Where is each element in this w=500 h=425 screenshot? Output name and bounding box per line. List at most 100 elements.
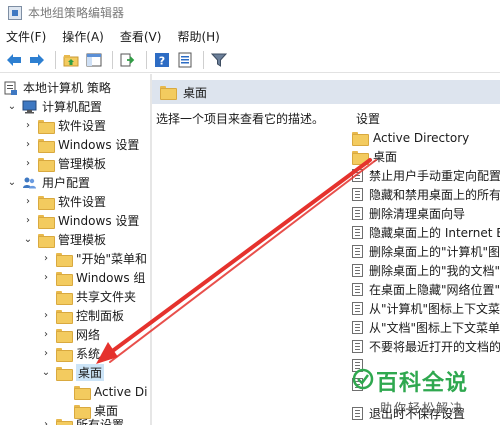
tree-item-shared-folders[interactable]: 共享文件夹 [40,287,136,306]
tree-item-all-settings[interactable]: › 所有设置 [40,415,124,425]
tree-item-cc-software[interactable]: › 软件设置 [22,116,106,135]
forward-button[interactable] [27,50,47,70]
tree-item-uc-software[interactable]: › 软件设置 [22,192,106,211]
folder-icon [56,347,73,362]
tree-root[interactable]: 本地计算机 策略 [4,78,111,97]
menu-help[interactable]: 帮助(H) [177,28,219,45]
chevron-right-icon[interactable]: › [40,348,52,360]
folder-icon [38,214,55,229]
list-item-label: 从"文档"图标上下文菜单中 [369,321,500,335]
list-item-setting[interactable]: 禁止用户手动重定向配置文 [352,166,500,185]
list-item-label: 删除桌面上的"计算机"图标 [369,245,500,259]
chevron-down-icon[interactable]: ⌄ [6,177,18,189]
back-button[interactable] [4,50,24,70]
tree-item-computer-config[interactable]: ⌄ 计算机配置 [6,97,102,116]
tree-item-user-config[interactable]: ⌄ 用户配置 [6,173,90,192]
tree-item-cc-admin[interactable]: › 管理模板 [22,154,106,173]
tree-label: 用户配置 [42,176,91,190]
tree-item-system[interactable]: › 系统 [40,344,100,363]
menu-view[interactable]: 查看(V) [120,28,162,45]
filter-button[interactable] [209,50,229,70]
folder-icon [352,150,369,165]
chevron-right-icon[interactable]: › [22,120,34,132]
folder-icon [74,385,91,400]
column-header-setting[interactable]: 设置 [352,108,500,128]
menu-bar: 文件(F) 操作(A) 查看(V) 帮助(H) [0,25,500,47]
export-list-icon [120,53,135,66]
list-item-label: 删除清理桌面向导 [369,207,466,221]
list-item-folder[interactable]: Active Directory [352,128,500,147]
list-item-setting[interactable]: 删除桌面上的"计算机"图标 [352,242,500,261]
chevron-down-icon[interactable]: ⌄ [6,101,18,113]
title-bar: 本地组策略编辑器 [0,0,500,25]
policy-document-icon [4,81,17,95]
chevron-right-icon[interactable]: › [40,329,52,341]
list-item-label: 删除桌面上的"我的文档"图 [369,264,500,278]
tree-label: Windows 组 [76,271,146,285]
menu-action[interactable]: 操作(A) [62,28,104,45]
list-item-label: 禁止用户手动重定向配置文 [369,169,500,183]
chevron-right-icon[interactable]: › [22,215,34,227]
tree-item-active-directory[interactable]: Active Di [58,382,148,401]
policy-setting-icon [352,340,363,353]
folder-open-icon [56,366,73,381]
item-description: 选择一个项目来查看它的描述。 [156,112,325,126]
policy-setting-icon [352,302,363,315]
toolbar-separator [55,50,56,69]
list-item-setting[interactable]: 从"文档"图标上下文菜单中 [352,318,500,337]
tree-item-uc-admin[interactable]: ⌄ 管理模板 [22,230,106,249]
tree-item-control-panel[interactable]: › 控制面板 [40,306,124,325]
list-item-label: 隐藏和禁用桌面上的所有项 [369,188,500,202]
list-item-label: 隐藏桌面上的 Internet Ex [369,226,500,240]
window-title: 本地组策略编辑器 [28,6,125,20]
folder-icon [56,328,73,343]
folder-icon [56,252,73,267]
list-item-setting[interactable]: 隐藏和禁用桌面上的所有项 [352,185,500,204]
chevron-down-icon[interactable]: ⌄ [22,234,34,246]
gpedit-app-icon [8,5,22,20]
policy-setting-icon [352,264,363,277]
tree-item-windows-components[interactable]: › Windows 组 [40,268,145,287]
tree-label: Windows 设置 [58,214,140,228]
list-item-setting[interactable]: 在桌面上隐藏"网络位置"图 [352,280,500,299]
toolbar-separator [112,50,113,69]
folder-icon [352,131,369,146]
tree-label: 计算机配置 [42,100,103,114]
users-icon [23,177,36,188]
chevron-right-icon[interactable]: › [40,310,52,322]
list-item-setting[interactable]: 删除清理桌面向导 [352,204,500,223]
tree-item-network[interactable]: › 网络 [40,325,100,344]
chevron-right-icon[interactable]: › [40,419,52,425]
folder-icon [56,290,73,305]
menu-file[interactable]: 文件(F) [6,28,46,45]
list-item-setting[interactable]: 从"计算机"图标上下文菜单 [352,299,500,318]
toolbar-separator [203,50,204,69]
tree-item-start-menu[interactable]: › "开始"菜单和 [40,249,147,268]
tree-label: 控制面板 [76,309,125,323]
list-item-setting[interactable]: 不要将最近打开的文档的共 [352,337,500,356]
up-one-level-button[interactable] [61,50,81,70]
chevron-right-icon[interactable]: › [40,253,52,265]
tree-label: 共享文件夹 [76,290,137,304]
show-hide-tree-button[interactable] [84,50,104,70]
list-item-folder[interactable]: 桌面 [352,147,500,166]
properties-button[interactable] [175,50,195,70]
folder-icon [38,157,55,172]
chevron-right-icon[interactable]: › [40,272,52,284]
tree-item-cc-windows[interactable]: › Windows 设置 [22,135,139,154]
tree-item-desktop[interactable]: ⌄ 桌面 [40,363,105,382]
help-button[interactable]: ? [152,50,172,70]
list-item-setting[interactable]: 删除桌面上的"我的文档"图 [352,261,500,280]
list-item-label: 在桌面上隐藏"网络位置"图 [369,283,500,297]
chevron-right-icon[interactable]: › [22,196,34,208]
chevron-down-icon[interactable]: ⌄ [40,367,52,379]
chevron-right-icon[interactable]: › [22,158,34,170]
chevron-right-icon[interactable]: › [22,139,34,151]
folder-icon [38,195,55,210]
forward-arrow-icon [30,53,44,66]
tree-item-uc-windows[interactable]: › Windows 设置 [22,211,139,230]
svg-text:?: ? [159,54,165,67]
export-list-button[interactable] [118,50,138,70]
list-item-setting[interactable]: 隐藏桌面上的 Internet Ex [352,223,500,242]
